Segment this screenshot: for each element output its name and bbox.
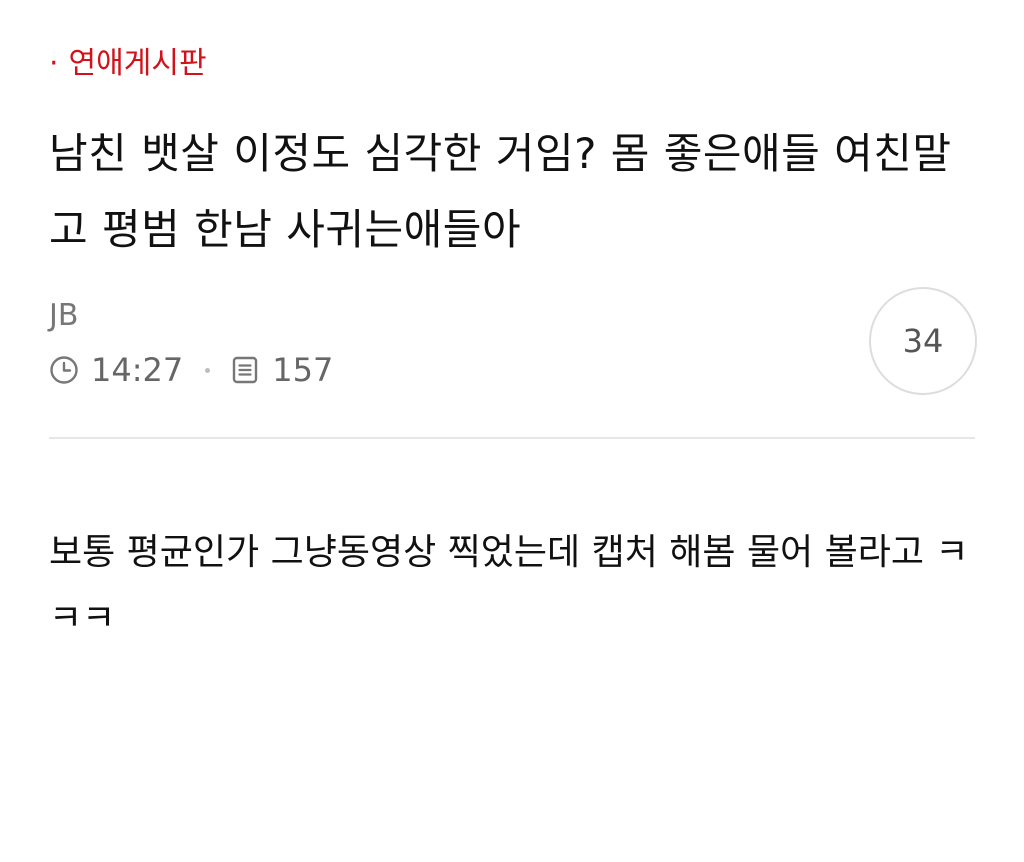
comment-count-button[interactable]: 34 <box>869 287 977 395</box>
author-name[interactable]: JB <box>49 296 78 336</box>
board-name: 연애게시판 <box>68 46 207 81</box>
document-icon <box>230 355 260 385</box>
post-time: 14:27 <box>91 351 184 389</box>
post-meta: 14:27 157 <box>49 350 333 390</box>
view-count: 157 <box>272 351 334 389</box>
board-bullet: · <box>49 46 59 81</box>
clock-icon <box>49 355 79 385</box>
meta-separator <box>205 367 211 373</box>
board-link[interactable]: · 연애게시판 <box>49 44 207 84</box>
post-body: 보통 평균인가 그냥동영상 찍었는데 캡처 해봄 물어 볼라고 ㅋㅋㅋ <box>49 532 969 639</box>
post-title: 남친 뱃살 이정도 심각한 거임? 몸 좋은애들 여친말고 평범 한남 사귀는애… <box>49 129 952 254</box>
divider <box>49 437 975 439</box>
